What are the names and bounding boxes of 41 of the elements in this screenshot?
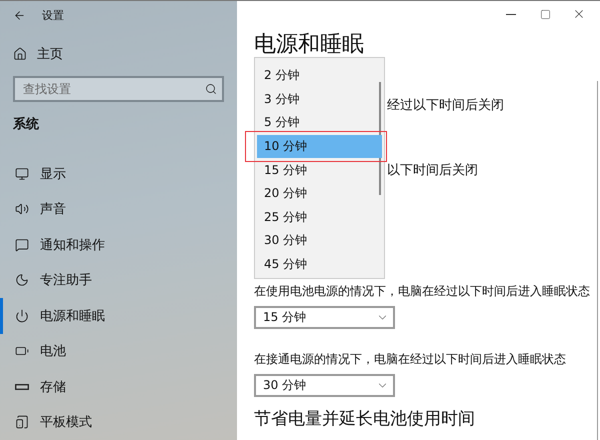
- dropdown-option[interactable]: 15 分钟: [257, 158, 382, 182]
- home-label: 主页: [37, 46, 63, 63]
- time-select[interactable]: 30 分钟: [254, 374, 395, 397]
- dropdown-option[interactable]: 25 分钟: [257, 206, 382, 230]
- monitor-icon: [15, 166, 29, 181]
- sidebar-item[interactable]: 存储: [0, 369, 237, 404]
- dropdown-option[interactable]: 30 分钟: [257, 229, 382, 253]
- setting-label: 在使用电池电源的情况下，电脑在经过以下时间后进入睡眠状态: [254, 283, 591, 300]
- sidebar-item[interactable]: 电池: [0, 334, 237, 369]
- dropdown-option[interactable]: 20 分钟: [257, 182, 382, 206]
- drive-icon: [15, 384, 29, 390]
- dropdown-option[interactable]: 5 分钟: [257, 111, 382, 135]
- maximize-icon: [540, 8, 550, 20]
- setting-label: 以下时间后关闭: [387, 162, 478, 177]
- setting-label: 经过以下时间后关闭: [387, 97, 504, 112]
- setting-label: 在接通电源的情况下，电脑在经过以下时间后进入睡眠状态: [254, 351, 567, 368]
- time-select[interactable]: 15 分钟: [254, 306, 395, 329]
- speaker-icon: [15, 202, 29, 216]
- message-icon: [15, 238, 29, 252]
- dropdown-option[interactable]: 45 分钟: [257, 252, 382, 276]
- home-link[interactable]: 主页: [0, 44, 237, 63]
- dropdown-option[interactable]: 2 分钟: [257, 64, 382, 88]
- home-icon: [13, 46, 27, 61]
- section-heading: 系统: [12, 116, 40, 133]
- sidebar-item[interactable]: 通知和操作: [0, 227, 237, 262]
- back-icon[interactable]: [13, 9, 26, 22]
- dropdown-option[interactable]: 10 分钟: [257, 134, 382, 158]
- sidebar-item[interactable]: 显示: [0, 156, 237, 192]
- dropdown-option[interactable]: 3 分钟: [257, 88, 382, 112]
- maximize-button[interactable]: [538, 7, 552, 21]
- tablet-icon: [15, 415, 29, 430]
- section-heading: 节省电量并延长电池使用时间: [254, 408, 476, 430]
- sidebar-item[interactable]: 平板模式: [0, 404, 237, 440]
- moon-icon: [15, 273, 29, 288]
- window-title: 设置: [42, 8, 64, 24]
- power-icon: [15, 308, 29, 323]
- search-field[interactable]: 查找设置: [13, 76, 224, 102]
- sidebar-item[interactable]: 声音: [0, 192, 237, 227]
- sidebar-item[interactable]: 专注助手: [0, 262, 237, 298]
- search-icon: [205, 83, 217, 95]
- page-title: 电源和睡眠: [254, 31, 364, 59]
